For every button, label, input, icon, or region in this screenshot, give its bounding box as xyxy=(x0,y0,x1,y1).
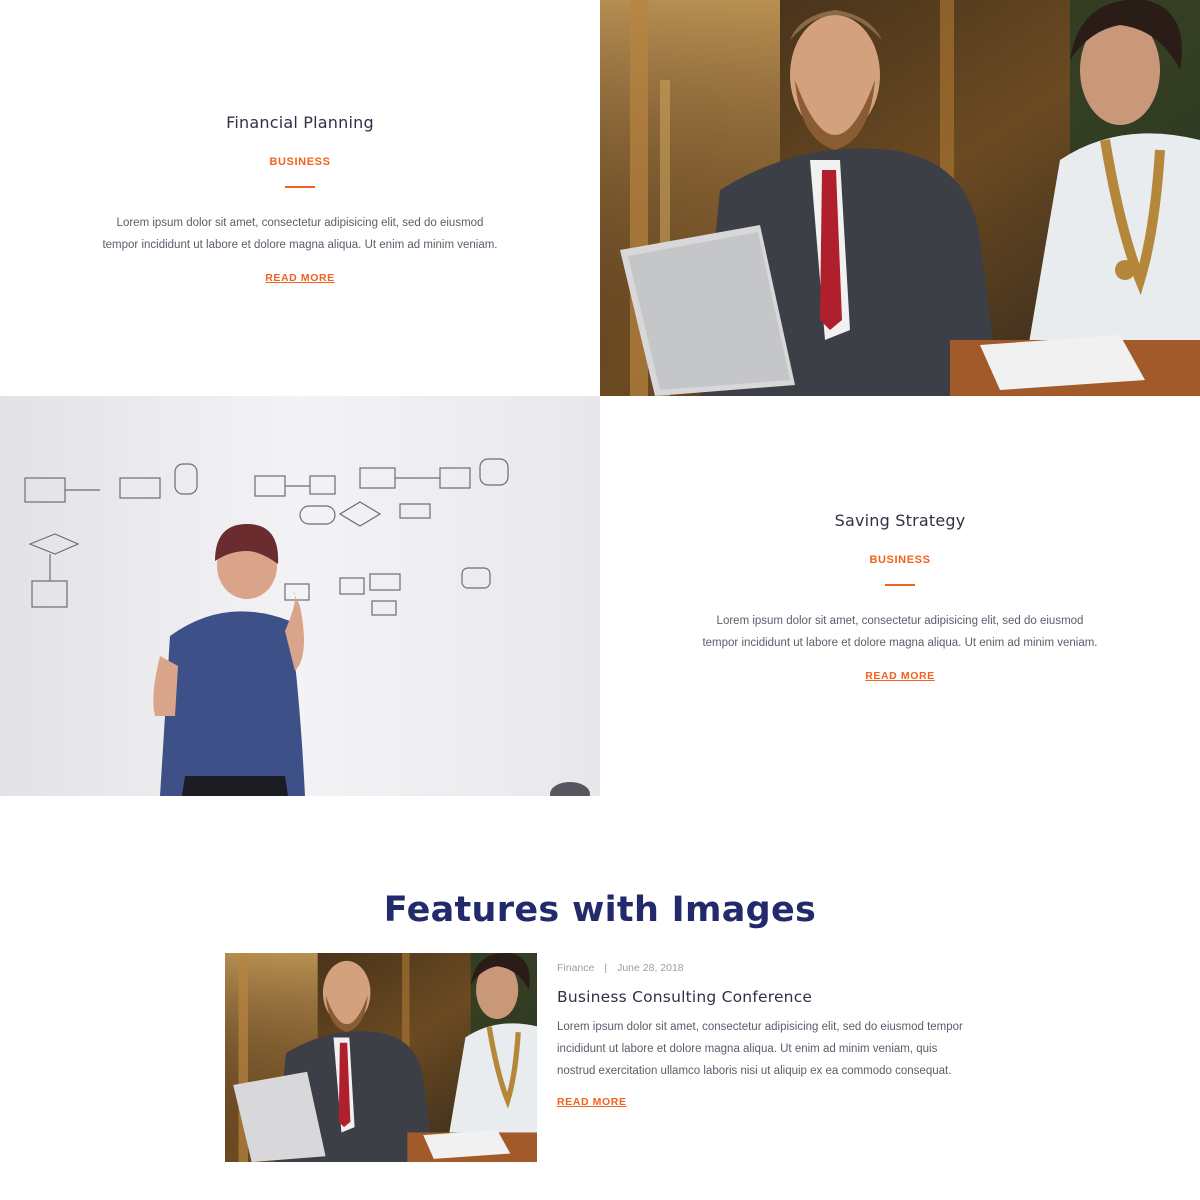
card-body-line: tempor incididunt ut labore et dolore ma… xyxy=(102,238,498,251)
card-divider xyxy=(885,583,915,586)
card-title: Saving Strategy xyxy=(834,510,966,530)
card-category[interactable]: BUSINESS xyxy=(869,554,930,566)
feature-meta: Finance | June 28, 2018 xyxy=(557,962,977,974)
feature-date: June 28, 2018 xyxy=(617,962,684,974)
feature-heading[interactable]: Business Consulting Conference xyxy=(557,988,977,1006)
card-category[interactable]: BUSINESS xyxy=(269,156,330,168)
card-row-financial-planning: Financial Planning BUSINESS Lorem ipsum … xyxy=(0,0,1200,396)
card-saving-strategy: Saving Strategy BUSINESS Lorem ipsum dol… xyxy=(600,396,1200,796)
feature-item: Finance | June 28, 2018 Business Consultin… xyxy=(557,962,977,1110)
whiteboard-flowchart-photo xyxy=(0,396,600,796)
feature-body: Lorem ipsum dolor sit amet, consectetur … xyxy=(557,1021,963,1077)
card-body-line: Lorem ipsum dolor sit amet, consectetur … xyxy=(116,216,484,229)
read-more-link[interactable]: READ MORE xyxy=(865,670,935,682)
card-body: Lorem ipsum dolor sit amet, consectetur … xyxy=(685,610,1115,654)
card-title: Financial Planning xyxy=(226,112,374,132)
card-financial-planning: Financial Planning BUSINESS Lorem ipsum … xyxy=(0,0,600,396)
meta-separator: | xyxy=(604,962,608,974)
read-more-link[interactable]: READ MORE xyxy=(557,1096,627,1108)
read-more-link[interactable]: READ MORE xyxy=(265,272,335,284)
card-body: Lorem ipsum dolor sit amet, consectetur … xyxy=(85,212,515,256)
card-row-saving-strategy: Saving Strategy BUSINESS Lorem ipsum dol… xyxy=(0,396,1200,796)
card-divider xyxy=(285,185,315,188)
feature-category[interactable]: Finance xyxy=(557,962,594,974)
business-meeting-thumbnail[interactable] xyxy=(225,953,537,1162)
business-meeting-photo xyxy=(600,0,1200,396)
card-body-line: Lorem ipsum dolor sit amet, consectetur … xyxy=(716,614,1084,627)
features-section-title: Features with Images xyxy=(383,890,817,930)
card-body-line: tempor incididunt ut labore et dolore ma… xyxy=(702,636,1098,649)
